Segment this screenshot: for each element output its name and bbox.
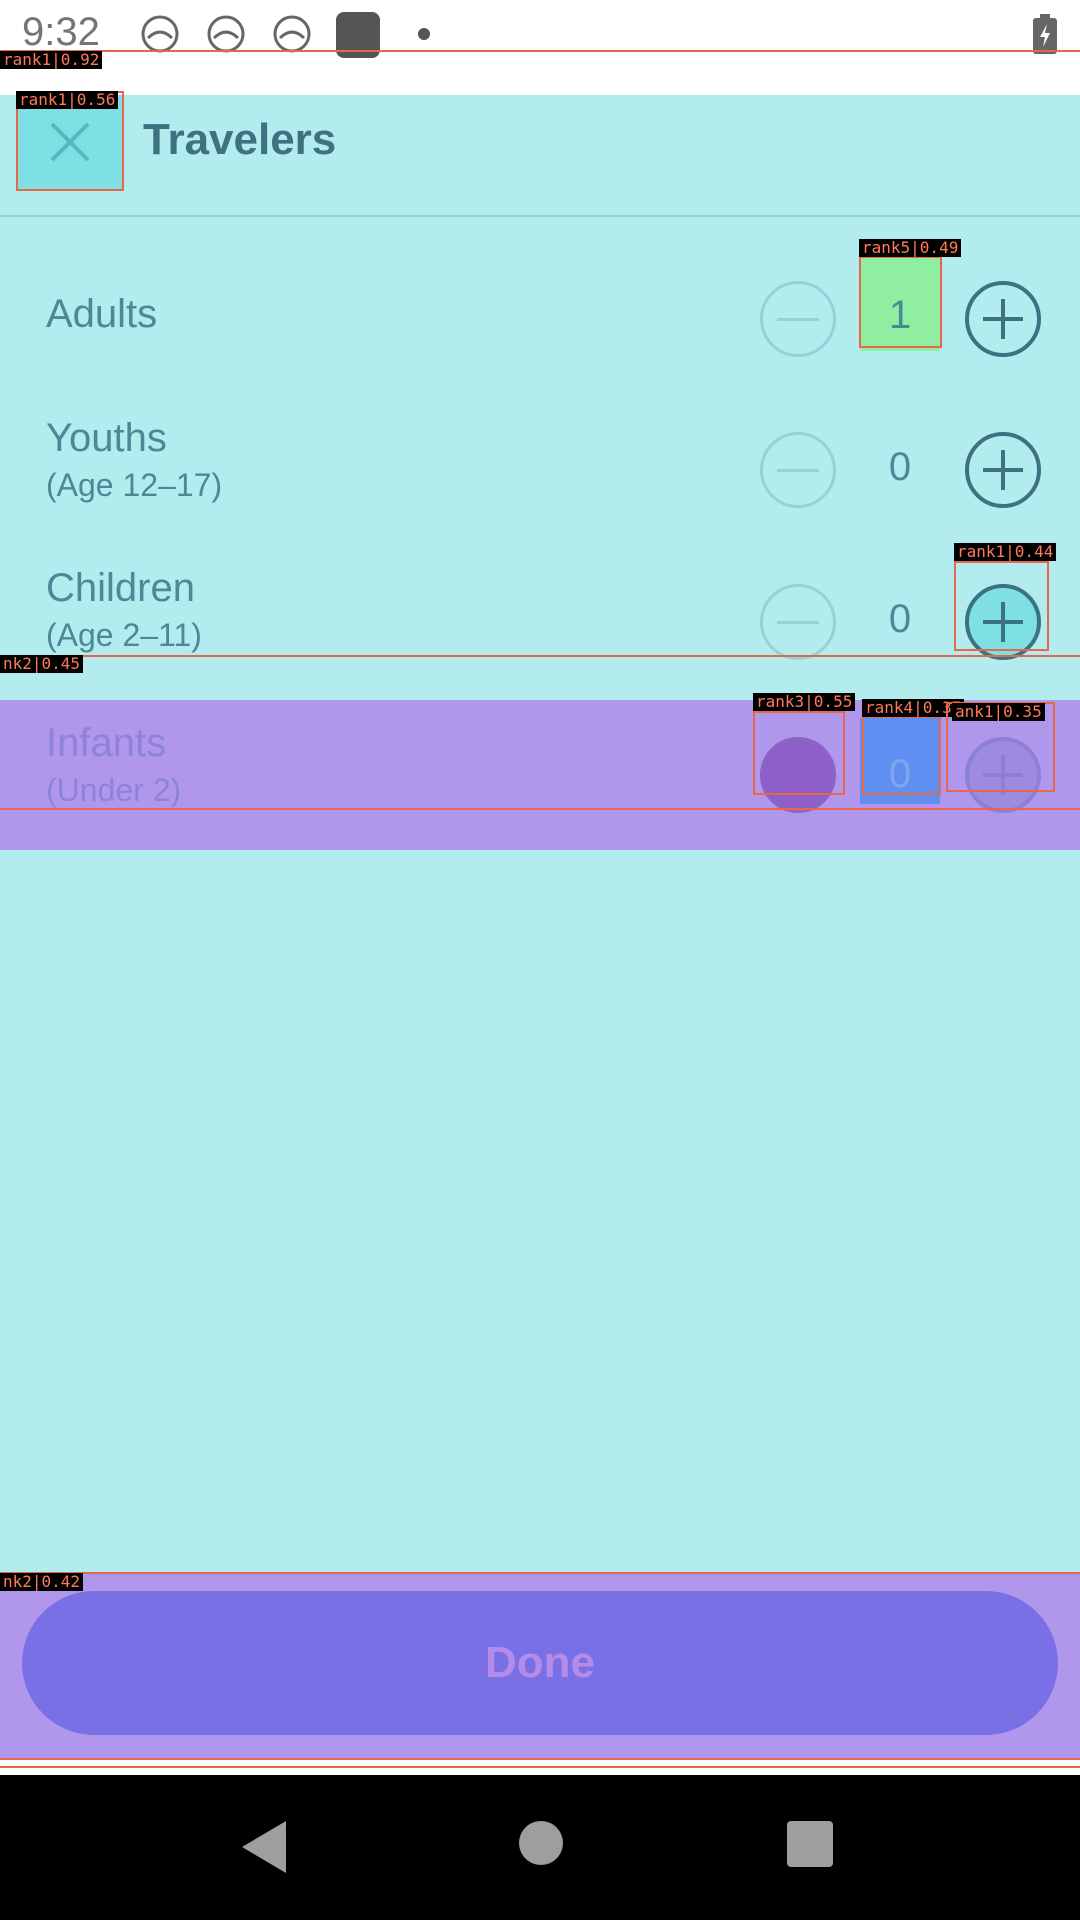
travelers-screen: Travelers Adults 1 Youths (Age 12–17) 0 … <box>0 95 1080 1760</box>
row-label: Infants <box>46 721 167 765</box>
increment-button[interactable] <box>965 432 1041 508</box>
notification-icon <box>141 15 179 53</box>
traveler-row-children: Children (Age 2–11) 0 <box>0 545 1080 695</box>
status-time: 9:32 <box>22 10 100 54</box>
increment-button[interactable] <box>965 737 1041 813</box>
row-sublabel: (Under 2) <box>46 772 182 808</box>
dot-icon <box>418 28 430 40</box>
traveler-row-youths: Youths (Age 12–17) 0 <box>0 395 1080 545</box>
page-title: Travelers <box>143 115 337 164</box>
annotation-box <box>0 1766 1080 1768</box>
close-icon <box>50 122 90 162</box>
row-label: Youths <box>46 416 167 460</box>
notification-icon <box>336 12 380 58</box>
row-label: Adults <box>46 292 158 336</box>
increment-button[interactable] <box>965 584 1041 660</box>
done-button[interactable]: Done <box>22 1591 1058 1735</box>
navigation-bar <box>0 1775 1080 1920</box>
done-bar: Done <box>0 1573 1080 1758</box>
count-value: 1 <box>860 251 940 351</box>
annotation-label: nk2|0.42 <box>0 1573 84 1591</box>
back-icon[interactable] <box>242 1821 286 1873</box>
battery-charging-icon <box>1033 14 1057 54</box>
row-sublabel: (Age 2–11) <box>46 617 202 653</box>
notification-icon <box>207 15 245 53</box>
row-label: Children <box>46 566 195 610</box>
annotation-label: rank1|0.44 <box>954 543 1057 561</box>
decrement-button[interactable] <box>760 737 836 813</box>
annotation-label: rank1|0.56 <box>16 91 119 109</box>
annotation-label: rank3|0.55 <box>753 693 856 711</box>
header: Travelers <box>0 95 1080 217</box>
close-button[interactable] <box>18 95 122 189</box>
status-bar: 9:32 <box>0 0 1080 62</box>
recent-apps-icon[interactable] <box>787 1821 833 1867</box>
notification-icon <box>273 15 311 53</box>
count-value: 0 <box>888 445 912 489</box>
annotation-label: ank1|0.35 <box>952 703 1045 721</box>
row-sublabel: (Age 12–17) <box>46 467 223 503</box>
traveler-row-adults: Adults 1 <box>0 245 1080 395</box>
increment-button[interactable] <box>965 281 1041 357</box>
count-value: 0 <box>860 718 940 804</box>
annotation-label: rank1|0.92 <box>0 51 103 69</box>
home-icon[interactable] <box>519 1821 563 1865</box>
decrement-button[interactable] <box>760 432 836 508</box>
decrement-button[interactable] <box>760 584 836 660</box>
count-value: 0 <box>888 597 912 641</box>
decrement-button[interactable] <box>760 281 836 357</box>
traveler-row-infants: Infants (Under 2) 0 <box>0 700 1080 850</box>
annotation-label: rank4|0.37 <box>862 699 965 717</box>
annotation-label: nk2|0.45 <box>0 655 84 673</box>
annotation-label: rank5|0.49 <box>859 239 962 257</box>
